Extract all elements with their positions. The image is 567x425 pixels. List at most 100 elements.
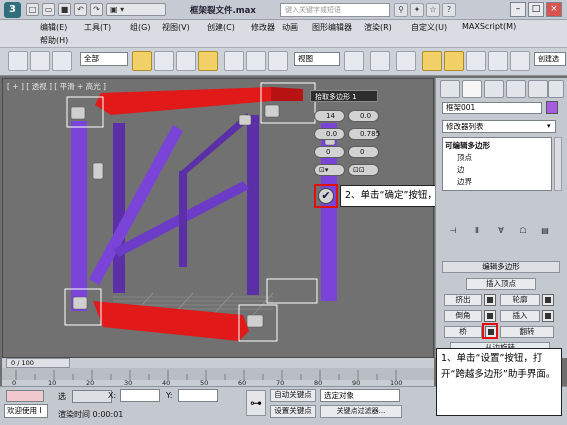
welcome-prompt[interactable]: 欢迎使用 I [4,404,48,418]
modify-tab-icon[interactable] [462,80,482,98]
maximize-button[interactable]: □ [528,2,544,17]
caddy-bias-field[interactable]: 0.785 [348,128,380,140]
make-unique-icon[interactable]: ∀ [494,226,508,238]
pin-stack-icon[interactable]: ⊣ [446,226,460,238]
save-file-icon[interactable]: ■ [58,3,71,16]
time-slider[interactable]: 0 / 100 [6,358,70,368]
stack-item-vertex[interactable]: 顶点 [457,152,472,163]
caddy-pick-button[interactable]: ⊡▾ [314,164,345,176]
menu-graph-editors[interactable]: 图形编辑器 [312,22,352,33]
caddy-segments-field[interactable]: 14 [314,110,345,122]
insert-vertex-button[interactable]: 插入顶点 [466,278,536,290]
selection-filter-select[interactable]: 全部 [80,52,128,66]
reference-coordinate-select[interactable]: 视图 [294,52,340,66]
project-dropdown[interactable]: ▣ ▾ [106,3,166,16]
edit-polygons-rollout-header[interactable]: 编辑多边形 [442,261,560,273]
menu-help[interactable]: 帮助(H) [40,35,68,46]
select-manipulate-icon[interactable] [370,51,390,71]
configure-sets-icon[interactable]: ▤ [538,226,552,238]
caddy-ok-button[interactable]: ✔ [318,188,334,204]
extrude-button[interactable]: 挤出 [444,294,482,306]
menu-rendering[interactable]: 渲染(R) [364,22,392,33]
object-color-swatch[interactable] [546,101,558,114]
caddy-twist-field[interactable]: 0 [348,146,379,158]
stack-item-edge[interactable]: 边 [457,164,465,175]
star-icon[interactable]: ☆ [426,3,440,17]
set-key-button[interactable]: 设置关键点 [270,405,316,418]
bind-space-warp-icon[interactable] [52,51,72,71]
auto-key-button[interactable]: 自动关键点 [270,389,316,402]
menu-animation[interactable]: 动画 [282,22,298,33]
unlink-icon[interactable] [30,51,50,71]
binoculars-icon[interactable]: ⚲ [394,3,408,17]
inset-button[interactable]: 插入 [500,310,540,322]
select-scale-icon[interactable] [268,51,288,71]
key-icon[interactable]: ⊶ [246,390,266,416]
keyboard-shortcut-icon[interactable] [396,51,416,71]
help-icon[interactable]: ? [442,3,456,17]
modifier-list-select[interactable]: 修改器列表 [442,120,556,133]
create-tab-icon[interactable] [440,80,460,98]
maxscript-listener-field[interactable] [6,390,44,402]
stack-item-editable-poly[interactable]: 可编辑多边形 [445,140,490,151]
search-input[interactable]: 键入关键字或短语 [280,3,390,17]
menu-group[interactable]: 组(G) [130,22,150,33]
caddy-tension-field[interactable]: 0.0 [348,110,379,122]
extrude-settings-button[interactable] [484,294,496,306]
link-icon[interactable] [8,51,28,71]
bridge-button[interactable]: 桥 [444,326,482,338]
menu-views[interactable]: 视图(V) [162,22,190,33]
lock-selection-icon[interactable] [72,390,112,403]
key-filters-button[interactable]: 关键点过滤器... [320,405,402,418]
edit-named-selection-icon[interactable] [510,51,530,71]
motion-tab-icon[interactable] [506,80,526,98]
rectangular-selection-icon[interactable] [176,51,196,71]
percent-snap-icon[interactable] [466,51,486,71]
caddy-pick-edges-button[interactable]: ⊡⊡ [348,164,379,176]
undo-icon[interactable]: ↶ [74,3,87,16]
utilities-tab-icon[interactable] [548,80,564,98]
redo-icon[interactable]: ↷ [90,3,103,16]
hierarchy-tab-icon[interactable] [484,80,504,98]
menu-maxscript[interactable]: MAXScript(M) [462,22,516,31]
outline-button[interactable]: 轮廓 [500,294,540,306]
inset-settings-button[interactable] [542,310,554,322]
track-bar[interactable] [2,368,434,380]
menu-tools[interactable]: 工具(T) [84,22,111,33]
show-end-result-icon[interactable]: Ⅱ [470,226,484,238]
remove-modifier-icon[interactable]: ☖ [516,226,530,238]
angle-snap-icon[interactable] [444,51,464,71]
caddy-smooth-field[interactable]: 0 [314,146,345,158]
pivot-center-icon[interactable] [344,51,364,71]
menu-create[interactable]: 创建(C) [207,22,235,33]
select-object-icon[interactable] [132,51,152,71]
y-coord-field[interactable] [178,389,218,402]
select-move-icon[interactable] [224,51,244,71]
x-coord-field[interactable] [120,389,160,402]
bevel-button[interactable]: 倒角 [444,310,482,322]
select-rotate-icon[interactable] [246,51,266,71]
stack-item-border[interactable]: 边界 [457,176,472,187]
snaps-toggle-icon[interactable] [422,51,442,71]
spinner-snap-icon[interactable] [488,51,508,71]
select-by-name-icon[interactable] [154,51,174,71]
new-file-icon[interactable]: □ [26,3,39,16]
bevel-settings-button[interactable] [484,310,496,322]
display-tab-icon[interactable] [528,80,548,98]
outline-settings-button[interactable] [542,294,554,306]
flip-button[interactable]: 翻转 [500,326,554,338]
selected-object-select[interactable]: 选定对象 [320,389,400,402]
app-logo-icon[interactable]: 3 [4,2,21,18]
window-crossing-icon[interactable] [198,51,218,71]
menu-edit[interactable]: 编辑(E) [40,22,67,33]
stack-scrollbar[interactable] [554,137,562,191]
minimize-button[interactable]: – [510,2,526,17]
chevron-down-icon[interactable]: ▾ [547,122,555,131]
create-selection-set[interactable]: 创建选 [534,52,566,66]
menu-customize[interactable]: 自定义(U) [411,22,447,33]
close-button[interactable]: × [546,2,562,17]
caddy-taper-field[interactable]: 0.0 [314,128,345,140]
infocenter-icon[interactable]: ✦ [410,3,424,17]
menu-modifiers[interactable]: 修改器 [251,22,275,33]
object-name-field[interactable]: 框架001 [442,102,542,114]
